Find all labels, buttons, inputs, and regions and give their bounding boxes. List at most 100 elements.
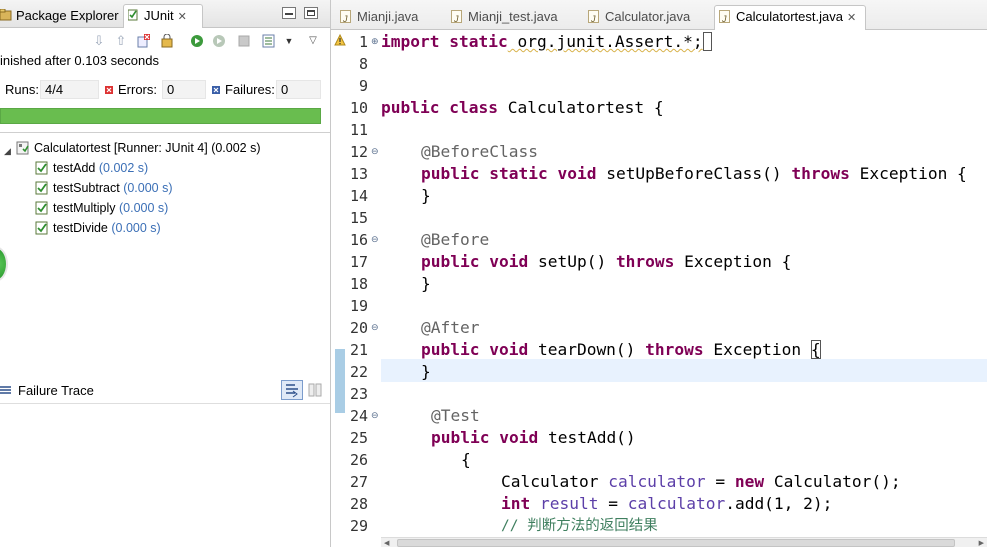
suite-time: (0.002 s) bbox=[211, 141, 261, 155]
editor-tab-label: Calculator.java bbox=[605, 9, 691, 24]
keyword: public bbox=[381, 98, 440, 117]
line-number: 20 bbox=[349, 319, 368, 337]
error-icon bbox=[105, 86, 113, 94]
tree-item-testadd[interactable]: testAdd (0.002 s) bbox=[35, 158, 148, 178]
tree-item-testmultiply[interactable]: testMultiply (0.000 s) bbox=[35, 198, 168, 218]
run-status-badge-icon bbox=[0, 246, 8, 282]
filter-stack-trace-icon[interactable] bbox=[281, 380, 303, 400]
line-number: 25 bbox=[349, 429, 368, 447]
annotation: @After bbox=[421, 318, 480, 337]
previous-failure-icon[interactable]: ⇧ bbox=[114, 34, 128, 48]
editor-tab-mianji[interactable]: Mianji.java bbox=[340, 6, 418, 30]
test-run-history-icon[interactable] bbox=[262, 34, 276, 48]
tab-junit[interactable]: JUnit ✕ bbox=[123, 4, 203, 28]
code-line: } bbox=[421, 273, 431, 295]
test-counters: Runs: 4/4 Errors: 0 Failures: 0 bbox=[0, 80, 330, 100]
scroll-right-icon[interactable]: ▶ bbox=[979, 539, 984, 547]
java-file-icon bbox=[719, 8, 730, 30]
editor-tab-label: Mianji.java bbox=[357, 9, 419, 24]
keyword: public bbox=[421, 340, 480, 359]
collapse-fold-icon[interactable]: ⊖ bbox=[371, 146, 379, 157]
editor-tab-calculatortest[interactable]: Calculatortest.java ✕ bbox=[714, 5, 866, 30]
maximize-button[interactable] bbox=[304, 7, 318, 19]
keyword: int bbox=[501, 494, 531, 513]
code-text: Exception { bbox=[849, 164, 967, 183]
scrollbar-thumb[interactable] bbox=[397, 539, 955, 547]
keyword: void bbox=[499, 428, 539, 447]
code-line: import static org.junit.Assert.*; bbox=[381, 31, 713, 53]
suite-label: Calculatortest [Runner: JUnit 4] bbox=[34, 141, 208, 155]
code-area[interactable]: import static org.junit.Assert.*; public… bbox=[381, 31, 987, 537]
tree-item-testsubtract[interactable]: testSubtract (0.000 s) bbox=[35, 178, 173, 198]
keyword: void bbox=[557, 164, 597, 183]
minimize-button[interactable] bbox=[282, 7, 296, 19]
show-failures-only-icon[interactable] bbox=[137, 34, 151, 48]
test-time: (0.002 s) bbox=[98, 161, 149, 175]
code-text: Calculatortest { bbox=[497, 98, 664, 117]
runs-value: 4/4 bbox=[40, 80, 99, 99]
code-text: = bbox=[705, 472, 735, 491]
code-line: } bbox=[421, 185, 431, 207]
variable: calculator bbox=[608, 472, 706, 491]
vertical-ruler bbox=[331, 31, 346, 547]
test-name: testMultiply bbox=[53, 201, 116, 215]
view-tab-bar: Package Explorer JUnit ✕ bbox=[0, 0, 330, 28]
errors-label: Errors: bbox=[118, 82, 157, 97]
line-number: 22 bbox=[349, 363, 368, 381]
keyword: throws bbox=[615, 252, 675, 271]
line-number: 29 bbox=[349, 517, 368, 535]
line-number: 16 bbox=[349, 231, 368, 249]
keyword: public bbox=[431, 428, 490, 447]
collapse-fold-icon[interactable]: ⊖ bbox=[371, 322, 379, 333]
code-text: Exception bbox=[703, 340, 811, 359]
tree-item-testdivide[interactable]: testDivide (0.000 s) bbox=[35, 218, 161, 238]
compare-result-icon[interactable] bbox=[308, 383, 322, 397]
code-text: = bbox=[598, 494, 628, 513]
test-name: testAdd bbox=[53, 161, 96, 175]
warning-marker-icon[interactable] bbox=[334, 34, 346, 46]
tree-root-row[interactable]: ◢ Calculatortest [Runner: JUnit 4] (0.00… bbox=[0, 138, 261, 158]
tab-package-explorer[interactable]: Package Explorer bbox=[0, 5, 119, 28]
view-menu-icon[interactable]: ▽ bbox=[306, 34, 320, 48]
line-number: 12 bbox=[349, 143, 368, 161]
scroll-lock-icon[interactable] bbox=[160, 34, 174, 48]
code-text: Calculator(); bbox=[764, 472, 901, 491]
editor-tab-mianji-test[interactable]: Mianji_test.java bbox=[451, 6, 558, 30]
close-icon[interactable]: ✕ bbox=[178, 11, 187, 23]
stop-icon[interactable] bbox=[237, 34, 251, 48]
keyword: throws bbox=[645, 340, 704, 359]
rerun-failed-first-icon[interactable] bbox=[212, 34, 226, 48]
expand-fold-icon[interactable]: ⊕ bbox=[371, 36, 379, 47]
scroll-left-icon[interactable]: ◀ bbox=[384, 539, 389, 547]
collapse-triangle-icon[interactable]: ◢ bbox=[4, 141, 11, 161]
line-number: 10 bbox=[349, 99, 368, 117]
failures-value: 0 bbox=[276, 80, 321, 99]
line-number: 14 bbox=[349, 187, 368, 205]
line-number: 24 bbox=[349, 407, 368, 425]
test-passed-icon bbox=[35, 181, 48, 195]
test-passed-icon bbox=[35, 161, 48, 175]
comment: // 判断方法的返回结果 bbox=[501, 518, 658, 534]
line-number: 19 bbox=[349, 297, 368, 315]
keyword: static bbox=[489, 164, 548, 183]
collapse-fold-icon[interactable]: ⊖ bbox=[371, 410, 379, 421]
tab-label: Package Explorer bbox=[16, 8, 119, 23]
code-line: @After bbox=[421, 317, 479, 339]
next-failure-icon[interactable]: ⇩ bbox=[92, 34, 106, 48]
close-icon[interactable]: ✕ bbox=[847, 12, 856, 24]
code-text: Exception { bbox=[674, 252, 792, 271]
line-number: 8 bbox=[358, 55, 368, 73]
code-text: setUpBeforeClass() bbox=[596, 164, 792, 183]
errors-value: 0 bbox=[162, 80, 206, 99]
editor-tab-label: Mianji_test.java bbox=[468, 9, 558, 24]
failures-label: Failures: bbox=[225, 82, 275, 97]
history-dropdown-icon[interactable]: ▼ bbox=[282, 34, 296, 48]
editor-tab-calculator[interactable]: Calculator.java bbox=[588, 6, 690, 30]
rerun-test-icon[interactable] bbox=[190, 34, 204, 48]
line-number: 11 bbox=[349, 121, 368, 139]
package-explorer-icon bbox=[0, 9, 12, 21]
code-line: public void setUp() throws Exception { bbox=[421, 251, 791, 273]
collapse-fold-icon[interactable]: ⊖ bbox=[371, 234, 379, 245]
code-line: @BeforeClass bbox=[421, 141, 538, 163]
horizontal-scrollbar[interactable]: ◀ ▶ bbox=[381, 537, 987, 547]
